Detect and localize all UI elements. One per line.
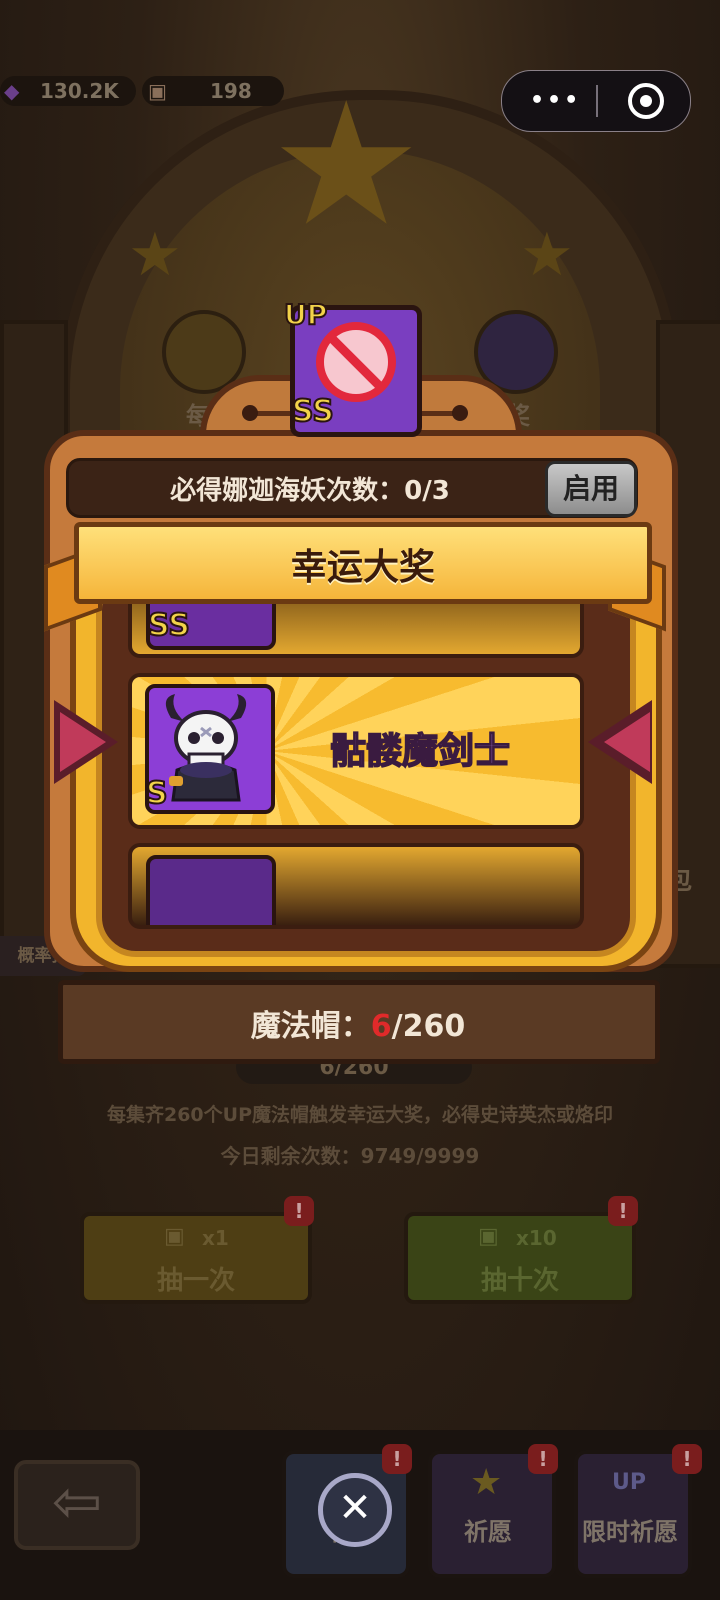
banner-title: 幸运大奖	[290, 547, 435, 588]
hat-current: 6	[370, 1009, 392, 1044]
draw-ten-label: 抽十次	[480, 1266, 559, 1296]
star-icon: ★	[470, 1462, 503, 1503]
ticket-icon: ▣	[478, 1224, 499, 1249]
star-icon: ★	[520, 220, 574, 290]
prize-name: 骷髅魔剑士	[329, 730, 511, 773]
alert-badge: !	[672, 1444, 702, 1474]
nav-tab-wish-label: 祈愿	[464, 1518, 512, 1546]
grade-badge: SS	[147, 607, 191, 644]
guarantee-text: 必得娜迦海妖次数：0/3	[170, 476, 450, 506]
prev-arrow-fill	[60, 712, 106, 772]
gem-icon: ◆	[4, 79, 20, 103]
alert-badge: !	[528, 1444, 558, 1474]
draw-one-label: 抽一次	[156, 1266, 235, 1296]
up-tag: UP	[283, 297, 328, 332]
hero-portrait	[146, 855, 276, 925]
ticket-amount: 198	[210, 79, 252, 103]
close-button[interactable]: ✕	[318, 1473, 392, 1547]
ticket-icon: ▣	[148, 79, 167, 103]
grade-badge: S	[145, 775, 169, 812]
star-icon: ★	[270, 66, 423, 264]
next-arrow-fill	[604, 712, 650, 772]
forbidden-icon	[316, 322, 396, 402]
back-arrow-icon[interactable]: ⇦	[14, 1460, 140, 1550]
up-tag: UP	[612, 1470, 646, 1495]
hat-label: 魔法帽：	[250, 1009, 371, 1044]
more-dots-icon[interactable]: •••	[530, 88, 581, 113]
close-icon: ✕	[338, 1485, 372, 1531]
alert-badge: !	[284, 1196, 314, 1226]
alert-badge: !	[382, 1444, 412, 1474]
draw-ten-button[interactable]: ▣ x10 抽十次	[404, 1212, 636, 1304]
slot-item	[128, 843, 584, 929]
gem-amount: 130.2K	[40, 79, 119, 103]
nav-tab-limited-wish-label: 限时祈愿	[582, 1518, 678, 1546]
capsule-divider	[596, 85, 598, 117]
ticket-counter: ▣ 198	[142, 76, 284, 106]
star-icon: ★	[128, 220, 182, 290]
rule-text: 每集齐260个UP魔法帽触发幸运大奖，必得史诗英杰或烙印	[106, 1104, 613, 1126]
alert-badge: !	[608, 1196, 638, 1226]
draw-ten-cost: x10	[516, 1226, 557, 1250]
gem-counter: ◆ 130.2K	[0, 76, 136, 106]
ticket-icon: ▣	[164, 1224, 185, 1249]
target-icon[interactable]	[628, 83, 664, 119]
hat-total: /260	[391, 1009, 466, 1044]
grade-badge: SS	[291, 393, 335, 430]
enable-button[interactable]: 启用	[545, 461, 637, 517]
hat-counter: 魔法帽：6/260	[58, 1001, 658, 1045]
draw-one-cost: x1	[202, 1226, 229, 1250]
miniprogram-capsule: •••	[501, 70, 691, 132]
draw-one-button[interactable]: ▣ x1 抽一次	[80, 1212, 312, 1304]
remaining-text: 今日剩余次数：9749/9999	[220, 1144, 480, 1168]
